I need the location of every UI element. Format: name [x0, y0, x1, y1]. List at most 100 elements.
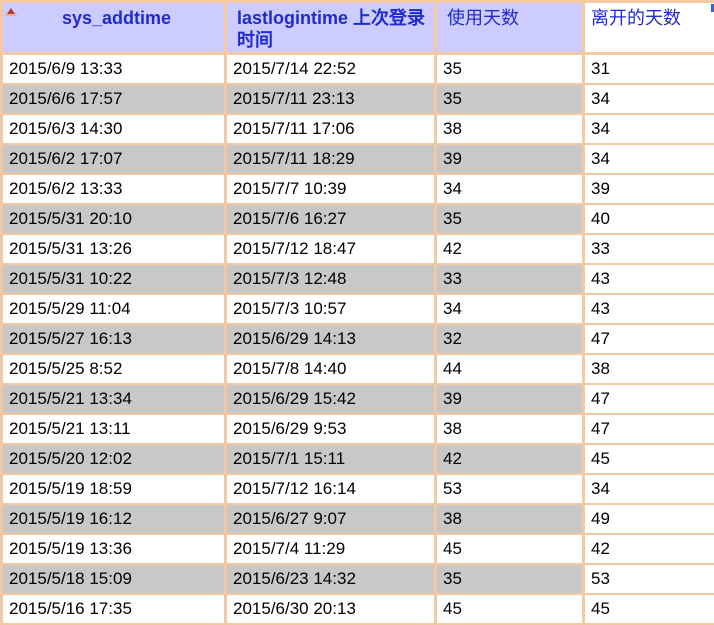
cell-lastlogintime[interactable]: 2015/7/11 18:29: [226, 144, 436, 174]
cell-lastlogintime[interactable]: 2015/6/29 9:53: [226, 414, 436, 444]
cell-sys-addtime[interactable]: 2015/5/25 8:52: [2, 354, 226, 384]
table-row[interactable]: 2015/6/2 17:072015/7/11 18:293934: [2, 144, 714, 174]
table-row[interactable]: 2015/5/31 10:222015/7/3 12:483343: [2, 264, 714, 294]
cell-days-used[interactable]: 39: [436, 144, 584, 174]
cell-days-away[interactable]: 43: [584, 294, 714, 324]
cell-days-used[interactable]: 35: [436, 54, 584, 84]
cell-days-away[interactable]: 34: [584, 144, 714, 174]
cell-lastlogintime[interactable]: 2015/7/7 10:39: [226, 174, 436, 204]
table-row[interactable]: 2015/5/19 18:592015/7/12 16:145334: [2, 474, 714, 504]
cell-sys-addtime[interactable]: 2015/5/27 16:13: [2, 324, 226, 354]
cell-sys-addtime[interactable]: 2015/6/2 17:07: [2, 144, 226, 174]
table-row[interactable]: 2015/6/9 13:332015/7/14 22:523531: [2, 54, 714, 84]
cell-lastlogintime[interactable]: 2015/7/4 11:29: [226, 534, 436, 564]
cell-days-used[interactable]: 33: [436, 264, 584, 294]
cell-days-away[interactable]: 34: [584, 114, 714, 144]
cell-lastlogintime[interactable]: 2015/7/11 23:13: [226, 84, 436, 114]
cell-sys-addtime[interactable]: 2015/5/18 15:09: [2, 564, 226, 594]
cell-sys-addtime[interactable]: 2015/5/29 11:04: [2, 294, 226, 324]
cell-days-used[interactable]: 35: [436, 204, 584, 234]
cell-sys-addtime[interactable]: 2015/6/2 13:33: [2, 174, 226, 204]
cell-days-away[interactable]: 43: [584, 264, 714, 294]
column-header-sys-addtime[interactable]: sys_addtime: [2, 2, 226, 54]
cell-days-used[interactable]: 35: [436, 564, 584, 594]
cell-lastlogintime[interactable]: 2015/6/29 15:42: [226, 384, 436, 414]
cell-sys-addtime[interactable]: 2015/6/9 13:33: [2, 54, 226, 84]
table-row[interactable]: 2015/5/21 13:112015/6/29 9:533847: [2, 414, 714, 444]
cell-lastlogintime[interactable]: 2015/7/6 16:27: [226, 204, 436, 234]
table-row[interactable]: 2015/6/2 13:332015/7/7 10:393439: [2, 174, 714, 204]
cell-lastlogintime[interactable]: 2015/7/3 10:57: [226, 294, 436, 324]
cell-lastlogintime[interactable]: 2015/7/8 14:40: [226, 354, 436, 384]
column-header-days-used[interactable]: 使用天数: [436, 2, 584, 54]
cell-days-used[interactable]: 42: [436, 444, 584, 474]
cell-days-away[interactable]: 47: [584, 414, 714, 444]
cell-sys-addtime[interactable]: 2015/5/31 13:26: [2, 234, 226, 264]
cell-days-away[interactable]: 34: [584, 84, 714, 114]
cell-days-away[interactable]: 49: [584, 504, 714, 534]
cell-sys-addtime[interactable]: 2015/5/19 13:36: [2, 534, 226, 564]
table-row[interactable]: 2015/5/21 13:342015/6/29 15:423947: [2, 384, 714, 414]
table-row[interactable]: 2015/5/27 16:132015/6/29 14:133247: [2, 324, 714, 354]
table-row[interactable]: 2015/5/19 13:362015/7/4 11:294542: [2, 534, 714, 564]
table-row[interactable]: 2015/5/25 8:522015/7/8 14:404438: [2, 354, 714, 384]
cell-days-away[interactable]: 38: [584, 354, 714, 384]
table-row[interactable]: 2015/5/19 16:122015/6/27 9:073849: [2, 504, 714, 534]
cell-sys-addtime[interactable]: 2015/5/16 17:35: [2, 594, 226, 624]
cell-days-away[interactable]: 47: [584, 384, 714, 414]
table-row[interactable]: 2015/5/31 20:102015/7/6 16:273540: [2, 204, 714, 234]
cell-days-away[interactable]: 45: [584, 444, 714, 474]
cell-days-used[interactable]: 38: [436, 114, 584, 144]
cell-days-away[interactable]: 45: [584, 594, 714, 624]
cell-sys-addtime[interactable]: 2015/5/20 12:02: [2, 444, 226, 474]
cell-lastlogintime[interactable]: 2015/7/12 18:47: [226, 234, 436, 264]
cell-days-used[interactable]: 45: [436, 534, 584, 564]
cell-lastlogintime[interactable]: 2015/7/3 12:48: [226, 264, 436, 294]
cell-days-used[interactable]: 53: [436, 474, 584, 504]
cell-lastlogintime[interactable]: 2015/7/1 15:11: [226, 444, 436, 474]
cell-lastlogintime[interactable]: 2015/6/29 14:13: [226, 324, 436, 354]
cell-days-used[interactable]: 42: [436, 234, 584, 264]
cell-sys-addtime[interactable]: 2015/5/31 10:22: [2, 264, 226, 294]
cell-days-used[interactable]: 32: [436, 324, 584, 354]
cell-sys-addtime[interactable]: 2015/5/19 18:59: [2, 474, 226, 504]
table-row[interactable]: 2015/5/31 13:262015/7/12 18:474233: [2, 234, 714, 264]
cell-days-used[interactable]: 34: [436, 294, 584, 324]
cell-days-used[interactable]: 38: [436, 504, 584, 534]
cell-sys-addtime[interactable]: 2015/5/21 13:11: [2, 414, 226, 444]
cell-days-used[interactable]: 44: [436, 354, 584, 384]
column-header-lastlogintime[interactable]: lastlogintime 上次登录时间: [226, 2, 436, 54]
cell-sys-addtime[interactable]: 2015/6/6 17:57: [2, 84, 226, 114]
cell-lastlogintime[interactable]: 2015/6/27 9:07: [226, 504, 436, 534]
cell-days-used[interactable]: 45: [436, 594, 584, 624]
table-row[interactable]: 2015/5/29 11:042015/7/3 10:573443: [2, 294, 714, 324]
cell-days-used[interactable]: 34: [436, 174, 584, 204]
cell-days-away[interactable]: 42: [584, 534, 714, 564]
cell-days-away[interactable]: 40: [584, 204, 714, 234]
cell-lastlogintime[interactable]: 2015/6/30 20:13: [226, 594, 436, 624]
sort-indicator-icon[interactable]: [5, 8, 17, 18]
cell-days-away[interactable]: 34: [584, 474, 714, 504]
cell-days-used[interactable]: 38: [436, 414, 584, 444]
cell-days-away[interactable]: 39: [584, 174, 714, 204]
cell-sys-addtime[interactable]: 2015/5/19 16:12: [2, 504, 226, 534]
table-row[interactable]: 2015/5/20 12:022015/7/1 15:114245: [2, 444, 714, 474]
table-row[interactable]: 2015/6/6 17:572015/7/11 23:133534: [2, 84, 714, 114]
cell-lastlogintime[interactable]: 2015/7/12 16:14: [226, 474, 436, 504]
cell-days-away[interactable]: 33: [584, 234, 714, 264]
cell-days-used[interactable]: 39: [436, 384, 584, 414]
cell-days-away[interactable]: 31: [584, 54, 714, 84]
cell-sys-addtime[interactable]: 2015/5/31 20:10: [2, 204, 226, 234]
cell-days-away[interactable]: 53: [584, 564, 714, 594]
cell-sys-addtime[interactable]: 2015/5/21 13:34: [2, 384, 226, 414]
cell-lastlogintime[interactable]: 2015/7/11 17:06: [226, 114, 436, 144]
cell-days-used[interactable]: 35: [436, 84, 584, 114]
cell-lastlogintime[interactable]: 2015/6/23 14:32: [226, 564, 436, 594]
cell-days-away[interactable]: 47: [584, 324, 714, 354]
table-row[interactable]: 2015/5/18 15:092015/6/23 14:323553: [2, 564, 714, 594]
table-row[interactable]: 2015/5/16 17:352015/6/30 20:134545: [2, 594, 714, 624]
cell-lastlogintime[interactable]: 2015/7/14 22:52: [226, 54, 436, 84]
column-header-days-away[interactable]: 离开的天数: [584, 2, 714, 54]
table-row[interactable]: 2015/6/3 14:302015/7/11 17:063834: [2, 114, 714, 144]
cell-sys-addtime[interactable]: 2015/6/3 14:30: [2, 114, 226, 144]
